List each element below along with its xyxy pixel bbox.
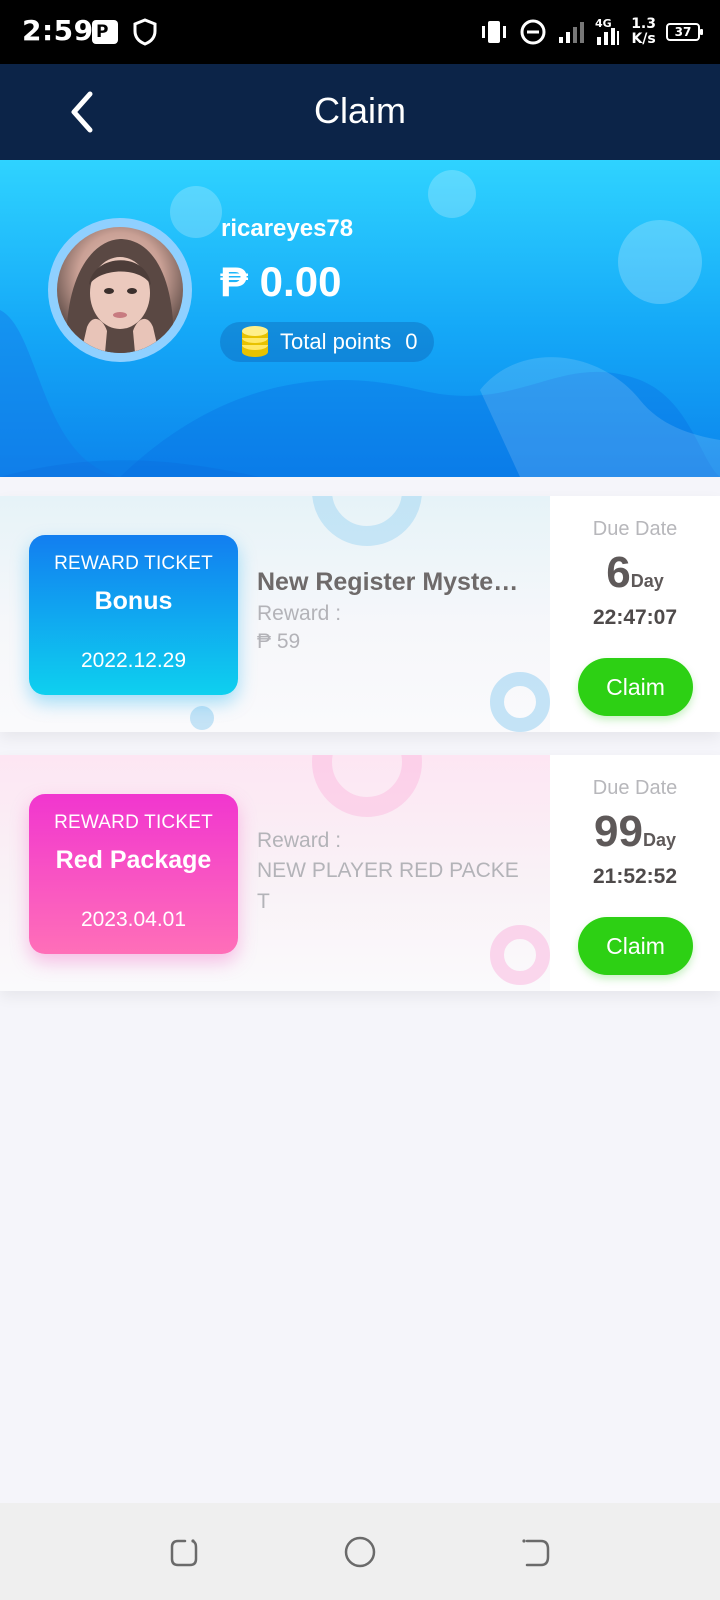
back-icon[interactable] xyxy=(519,1535,553,1569)
due-time: 22:47:07 xyxy=(592,606,678,629)
vibrate-icon xyxy=(482,21,507,43)
recents-icon[interactable] xyxy=(167,1535,201,1569)
coins-icon xyxy=(242,326,268,357)
due-days-number: 99 xyxy=(594,807,643,856)
ticket-name: Red Package xyxy=(55,846,212,874)
points-label: Total points xyxy=(280,329,392,354)
due-label: Due Date xyxy=(592,518,678,540)
balance: ₱ 0.00 xyxy=(220,258,342,305)
shield-icon xyxy=(133,18,157,46)
bubble xyxy=(428,170,476,218)
battery-icon: 37 xyxy=(666,23,703,41)
points-value: 0 xyxy=(405,329,418,354)
page-title: Claim xyxy=(313,90,406,131)
avatar[interactable] xyxy=(57,227,183,353)
status-bar: 2:59 P 4G 1.3 K/s 37 xyxy=(0,0,720,64)
dnd-icon xyxy=(520,19,546,45)
ticket-name: Bonus xyxy=(94,587,173,615)
due-days-unit: Day xyxy=(630,571,664,591)
decor-ring xyxy=(312,496,422,546)
status-time: 2:59 xyxy=(22,14,94,47)
reward-value: ₱ 59 xyxy=(257,630,301,653)
ticket-date: 2023.04.01 xyxy=(80,908,187,931)
reward-label: Reward : xyxy=(257,602,342,625)
due-days-number: 6 xyxy=(606,548,631,597)
total-points-pill: Total points 0 xyxy=(220,322,434,362)
reward-ticket: REWARD TICKET Bonus 2022.12.29 xyxy=(29,535,238,695)
due-time: 21:52:52 xyxy=(592,865,678,888)
system-nav-bar xyxy=(0,1503,720,1600)
decor-ring xyxy=(490,672,550,732)
avatar-ring[interactable] xyxy=(48,218,192,362)
claim-button[interactable]: Claim xyxy=(578,658,693,716)
ticket-date: 2022.12.29 xyxy=(80,649,187,672)
reward-label: Reward : xyxy=(257,829,342,852)
due-days-unit: Day xyxy=(642,830,676,850)
svg-text:4G: 4G xyxy=(595,17,612,30)
profile-banner: ricareyes78 ₱ 0.00 Total points 0 xyxy=(0,160,720,477)
network-speed: 1.3 K/s xyxy=(631,16,656,47)
due-panel: Due Date 6Day 22:47:07 Claim xyxy=(550,496,720,732)
status-icons: 4G 1.3 K/s 37 xyxy=(479,12,703,52)
p-icon: P xyxy=(92,20,118,44)
decor-ring xyxy=(190,706,214,730)
reward-value: NEW PLAYER RED PACKET xyxy=(257,859,519,913)
reward-card: REWARD TICKET Red Package 2023.04.01 Rew… xyxy=(0,755,720,991)
due-days: 99Day xyxy=(550,807,720,857)
home-icon[interactable] xyxy=(343,1535,377,1569)
avatar-photo xyxy=(66,239,174,353)
claim-button[interactable]: Claim xyxy=(578,917,693,975)
reward-card: REWARD TICKET Bonus 2022.12.29 New Regis… xyxy=(0,496,720,732)
app-header: Claim xyxy=(0,64,720,160)
ticket-type: REWARD TICKET xyxy=(54,553,213,574)
decor-ring xyxy=(490,925,550,985)
ticket-type: REWARD TICKET xyxy=(54,812,213,833)
due-panel: Due Date 99Day 21:52:52 Claim xyxy=(550,755,720,991)
due-days: 6Day xyxy=(550,548,720,598)
due-label: Due Date xyxy=(592,777,678,799)
bubble xyxy=(618,220,702,304)
signal-icon xyxy=(559,22,585,43)
reward-title: New Register Mystery Bonus xyxy=(257,568,527,596)
username: ricareyes78 xyxy=(221,215,354,242)
decor-ring xyxy=(312,755,422,817)
4g-icon: 4G xyxy=(595,17,620,45)
reward-ticket: REWARD TICKET Red Package 2023.04.01 xyxy=(29,794,238,954)
